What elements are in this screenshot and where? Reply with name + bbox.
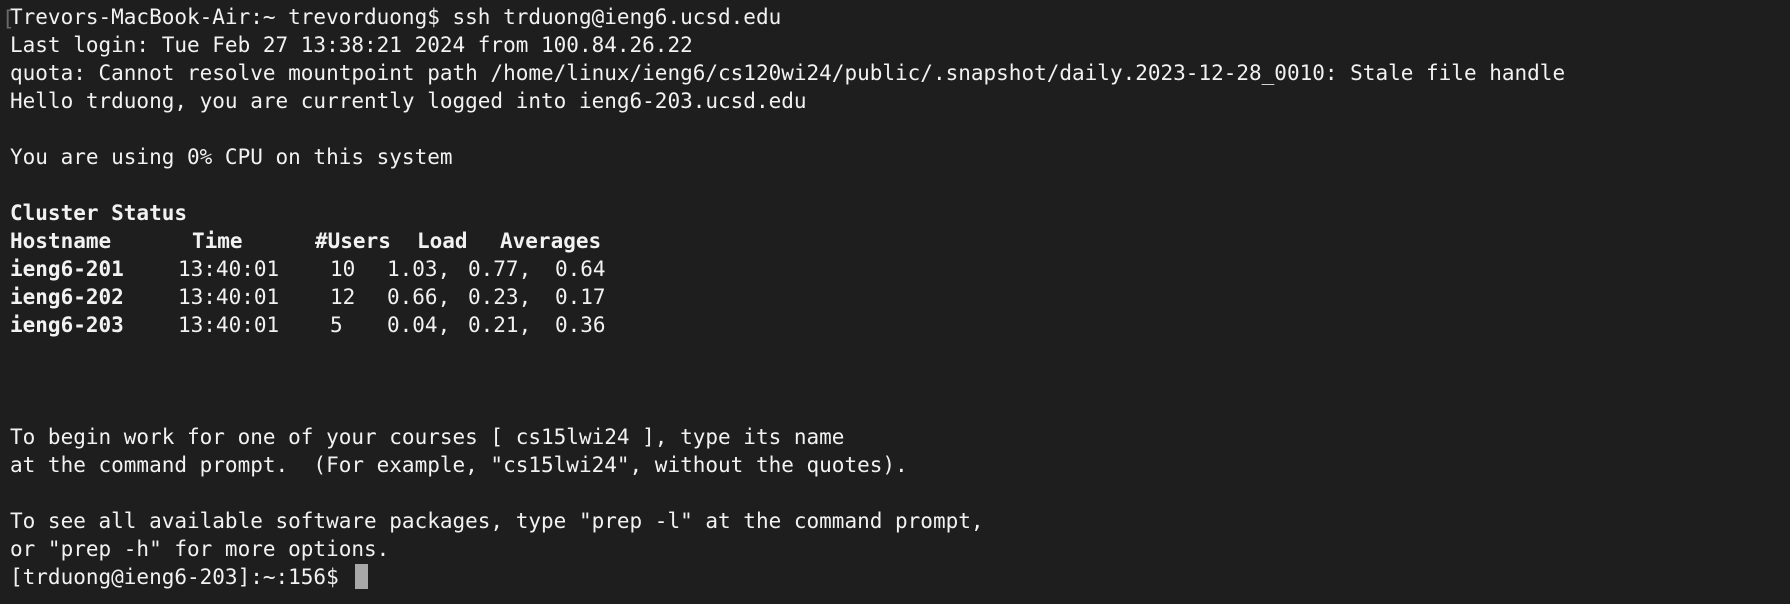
header-load: Load (417, 229, 468, 253)
table-row: ieng6-203 13:40:01 5 0.04, 0.21, 0.36 (10, 311, 1790, 339)
cpu-line: You are using 0% CPU on this system (10, 145, 453, 169)
header-users: #Users (315, 229, 391, 253)
load-15min-cell: 0.17 (555, 285, 606, 309)
table-row: ieng6-201 13:40:01 10 1.03, 0.77, 0.64 (10, 255, 1790, 283)
users-cell: 5 (330, 313, 343, 337)
quota-error-line: quota: Cannot resolve mountpoint path /h… (10, 61, 1566, 85)
last-login-line: Last login: Tue Feb 27 13:38:21 2024 fro… (10, 33, 693, 57)
mark-bracket-icon: [ (2, 7, 15, 31)
load-15min-cell: 0.64 (555, 257, 606, 281)
cluster-table-header: Hostname Time #Users Load Averages (10, 227, 1790, 255)
prompt-line[interactable]: [trduong@ieng6-203]:~:156$ (10, 563, 1790, 591)
time-cell: 13:40:01 (178, 257, 280, 281)
load-1min-cell: 0.66, (387, 285, 451, 309)
table-row: ieng6-202 13:40:01 12 0.66, 0.23, 0.17 (10, 283, 1790, 311)
hello-line: Hello trduong, you are currently logged … (10, 89, 807, 113)
header-averages: Averages (500, 229, 602, 253)
hostname-cell: ieng6-202 (10, 285, 124, 309)
load-5min-cell: 0.23, (468, 285, 532, 309)
courses-line-2: at the command prompt. (For example, "cs… (10, 453, 908, 477)
cluster-status-title: Cluster Status (10, 201, 188, 225)
load-1min-cell: 0.04, (387, 313, 451, 337)
courses-line-1: To begin work for one of your courses [ … (10, 425, 845, 449)
hostname-cell: ieng6-203 (10, 313, 124, 337)
load-15min-cell: 0.36 (555, 313, 606, 337)
prep-line-1: To see all available software packages, … (10, 509, 984, 533)
hostname-cell: ieng6-201 (10, 257, 124, 281)
load-1min-cell: 1.03, (387, 257, 451, 281)
header-time: Time (192, 229, 243, 253)
users-cell: 10 (330, 257, 356, 281)
shell-prompt: [trduong@ieng6-203]:~:156$ (10, 565, 339, 589)
header-hostname: Hostname (10, 229, 112, 253)
load-5min-cell: 0.77, (468, 257, 532, 281)
prep-line-2: or "prep -h" for more options. (10, 537, 390, 561)
load-5min-cell: 0.21, (468, 313, 532, 337)
text-cursor[interactable] (355, 564, 369, 589)
users-cell: 12 (330, 285, 356, 309)
time-cell: 13:40:01 (178, 285, 280, 309)
ssh-command-line: Trevors-MacBook-Air:~ trevorduong$ ssh t… (10, 5, 782, 29)
blank-lines (10, 339, 1790, 423)
time-cell: 13:40:01 (178, 313, 280, 337)
terminal-window[interactable]: [ Trevors-MacBook-Air:~ trevorduong$ ssh… (0, 0, 1790, 604)
